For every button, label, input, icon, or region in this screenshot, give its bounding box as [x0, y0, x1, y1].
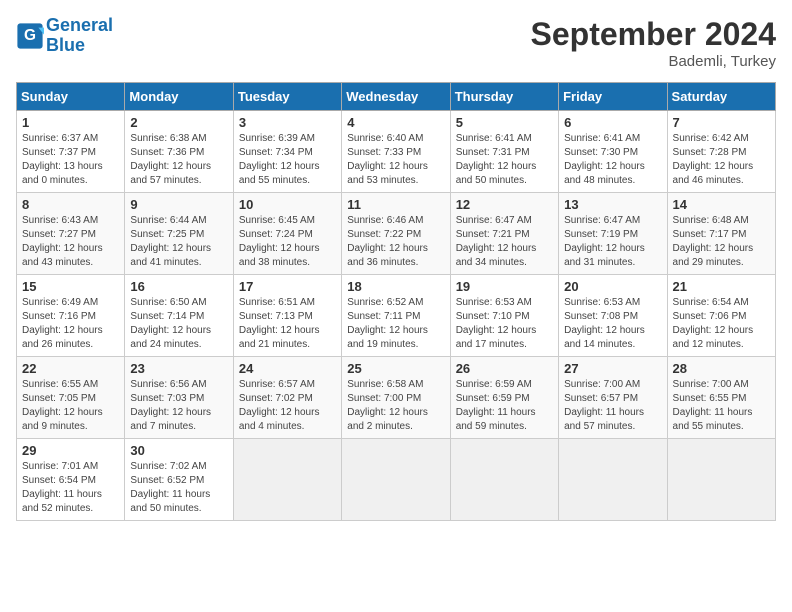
col-monday: Monday [125, 83, 233, 111]
table-row: 17 Sunrise: 6:51 AM Sunset: 7:13 PM Dayl… [233, 275, 341, 357]
table-row: 19 Sunrise: 6:53 AM Sunset: 7:10 PM Dayl… [450, 275, 558, 357]
logo: G General Blue [16, 16, 113, 56]
table-row: 2 Sunrise: 6:38 AM Sunset: 7:36 PM Dayli… [125, 111, 233, 193]
title-block: September 2024 Bademli, Turkey [531, 16, 776, 70]
table-row: 8 Sunrise: 6:43 AM Sunset: 7:27 PM Dayli… [17, 193, 125, 275]
calendar-table: Sunday Monday Tuesday Wednesday Thursday… [16, 82, 776, 521]
empty-cell [233, 439, 341, 521]
table-row: 3 Sunrise: 6:39 AM Sunset: 7:34 PM Dayli… [233, 111, 341, 193]
logo-icon: G [16, 22, 44, 50]
month-title: September 2024 [531, 16, 776, 53]
table-row: 28 Sunrise: 7:00 AM Sunset: 6:55 PM Dayl… [667, 357, 775, 439]
table-row: 30 Sunrise: 7:02 AM Sunset: 6:52 PM Dayl… [125, 439, 233, 521]
table-row: 9 Sunrise: 6:44 AM Sunset: 7:25 PM Dayli… [125, 193, 233, 275]
svg-text:G: G [24, 27, 36, 44]
table-row: 11 Sunrise: 6:46 AM Sunset: 7:22 PM Dayl… [342, 193, 450, 275]
table-row: 4 Sunrise: 6:40 AM Sunset: 7:33 PM Dayli… [342, 111, 450, 193]
logo-text: General Blue [46, 16, 113, 56]
table-row: 15 Sunrise: 6:49 AM Sunset: 7:16 PM Dayl… [17, 275, 125, 357]
empty-cell [450, 439, 558, 521]
col-thursday: Thursday [450, 83, 558, 111]
table-row: 18 Sunrise: 6:52 AM Sunset: 7:11 PM Dayl… [342, 275, 450, 357]
table-row: 26 Sunrise: 6:59 AM Sunset: 6:59 PM Dayl… [450, 357, 558, 439]
calendar-header-row: Sunday Monday Tuesday Wednesday Thursday… [17, 83, 776, 111]
col-saturday: Saturday [667, 83, 775, 111]
table-row: 21 Sunrise: 6:54 AM Sunset: 7:06 PM Dayl… [667, 275, 775, 357]
logo-line1: General [46, 15, 113, 35]
table-row: 24 Sunrise: 6:57 AM Sunset: 7:02 PM Dayl… [233, 357, 341, 439]
table-row: 23 Sunrise: 6:56 AM Sunset: 7:03 PM Dayl… [125, 357, 233, 439]
empty-cell [559, 439, 667, 521]
table-row: 16 Sunrise: 6:50 AM Sunset: 7:14 PM Dayl… [125, 275, 233, 357]
table-row: 10 Sunrise: 6:45 AM Sunset: 7:24 PM Dayl… [233, 193, 341, 275]
table-row: 25 Sunrise: 6:58 AM Sunset: 7:00 PM Dayl… [342, 357, 450, 439]
table-row: 6 Sunrise: 6:41 AM Sunset: 7:30 PM Dayli… [559, 111, 667, 193]
logo-line2: Blue [46, 35, 85, 55]
col-tuesday: Tuesday [233, 83, 341, 111]
table-row: 1 Sunrise: 6:37 AM Sunset: 7:37 PM Dayli… [17, 111, 125, 193]
empty-cell [342, 439, 450, 521]
table-row: 27 Sunrise: 7:00 AM Sunset: 6:57 PM Dayl… [559, 357, 667, 439]
col-sunday: Sunday [17, 83, 125, 111]
col-wednesday: Wednesday [342, 83, 450, 111]
table-row: 14 Sunrise: 6:48 AM Sunset: 7:17 PM Dayl… [667, 193, 775, 275]
table-row: 5 Sunrise: 6:41 AM Sunset: 7:31 PM Dayli… [450, 111, 558, 193]
table-row: 13 Sunrise: 6:47 AM Sunset: 7:19 PM Dayl… [559, 193, 667, 275]
table-row: 29 Sunrise: 7:01 AM Sunset: 6:54 PM Dayl… [17, 439, 125, 521]
col-friday: Friday [559, 83, 667, 111]
table-row: 22 Sunrise: 6:55 AM Sunset: 7:05 PM Dayl… [17, 357, 125, 439]
table-row: 12 Sunrise: 6:47 AM Sunset: 7:21 PM Dayl… [450, 193, 558, 275]
location: Bademli, Turkey [531, 53, 776, 70]
empty-cell [667, 439, 775, 521]
table-row: 20 Sunrise: 6:53 AM Sunset: 7:08 PM Dayl… [559, 275, 667, 357]
page-header: G General Blue September 2024 Bademli, T… [16, 16, 776, 70]
table-row: 7 Sunrise: 6:42 AM Sunset: 7:28 PM Dayli… [667, 111, 775, 193]
